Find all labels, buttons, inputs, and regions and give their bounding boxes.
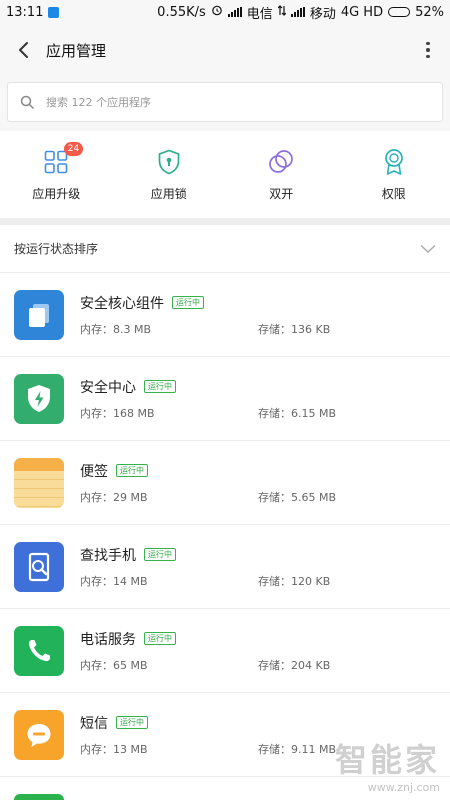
upgrade-count-badge: 24 — [63, 142, 84, 156]
signal-icon-2 — [290, 7, 305, 17]
memory-usage: 内存：8.3 MB — [80, 322, 152, 336]
network-speed: 0.55K/s — [157, 4, 206, 20]
more-dot-icon — [426, 41, 430, 46]
search-input[interactable]: 搜索 122 个应用程序 — [7, 82, 443, 122]
shield-lock-icon — [158, 149, 180, 175]
storage-usage: 存储：6.15 MB — [258, 406, 337, 420]
quick-action-label: 应用升级 — [32, 187, 81, 201]
running-badge: 运行中 — [172, 296, 204, 309]
status-bar: 13:11 0.55K/s 电信 移动 4G HD 52% — [0, 0, 450, 24]
next-app-icon-partial — [14, 794, 64, 800]
back-button[interactable] — [12, 39, 34, 61]
page-title: 应用管理 — [46, 41, 107, 60]
alarm-icon — [211, 4, 223, 20]
app-name: 安全核心组件 — [80, 295, 164, 312]
back-arrow-icon — [19, 42, 28, 58]
quick-action-label: 应用锁 — [150, 187, 187, 201]
sort-label: 按运行状态排序 — [14, 242, 99, 256]
memory-usage: 内存：168 MB — [80, 406, 155, 420]
storage-usage: 存储：120 KB — [258, 574, 331, 588]
notes-icon — [14, 457, 64, 508]
sort-dropdown[interactable]: 按运行状态排序 — [0, 225, 450, 273]
quick-action-label: 权限 — [381, 187, 406, 201]
chevron-down-icon — [420, 244, 436, 253]
upgrade-grid-icon — [44, 150, 68, 174]
list-item[interactable]: 便签 运行中 内存：29 MB 存储：5.65 MB — [0, 441, 450, 525]
notification-app-icon — [48, 6, 60, 18]
phone-icon — [14, 625, 64, 676]
more-dot-icon — [426, 54, 430, 59]
quick-action-label: 双开 — [269, 187, 294, 201]
battery-percent: 52% — [415, 4, 444, 20]
quick-action-app-lock[interactable]: 应用锁 — [113, 147, 226, 202]
storage-usage: 存储：9.11 MB — [258, 742, 337, 756]
memory-usage: 内存：29 MB — [80, 490, 148, 504]
quick-action-app-upgrade[interactable]: 24 应用升级 — [0, 142, 113, 202]
storage-usage: 存储：5.65 MB — [258, 490, 337, 504]
quick-action-dual-apps[interactable]: 双开 — [225, 147, 338, 202]
quick-action-permissions[interactable]: 权限 — [338, 147, 450, 202]
more-menu-button[interactable] — [418, 38, 438, 62]
network-type: 4G HD — [340, 4, 384, 20]
find-phone-icon — [14, 541, 64, 592]
running-badge: 运行中 — [116, 464, 148, 477]
app-name: 便签 — [80, 463, 108, 480]
security-center-icon — [14, 373, 64, 424]
status-time: 13:11 — [6, 4, 44, 20]
running-badge: 运行中 — [144, 548, 176, 561]
security-core-icon — [14, 289, 64, 340]
running-badge: 运行中 — [144, 632, 176, 645]
app-name: 电话服务 — [80, 631, 136, 648]
dual-circle-icon — [269, 150, 294, 173]
watermark-url: www.znj.com — [367, 781, 440, 794]
list-item[interactable]: 安全中心 运行中 内存：168 MB 存储：6.15 MB — [0, 357, 450, 441]
list-item[interactable]: 安全核心组件 运行中 内存：8.3 MB 存储：136 KB — [0, 273, 450, 357]
storage-usage: 存储：136 KB — [258, 322, 331, 336]
data-transfer-icon — [277, 4, 287, 20]
memory-usage: 内存：65 MB — [80, 658, 148, 672]
carrier-1: 电信 — [246, 6, 273, 22]
app-list: 安全核心组件 运行中 内存：8.3 MB 存储：136 KB 安全中心 运行中 … — [0, 273, 450, 777]
storage-usage: 存储：204 KB — [258, 658, 331, 672]
list-item[interactable]: 查找手机 运行中 内存：14 MB 存储：120 KB — [0, 525, 450, 609]
app-name: 查找手机 — [80, 547, 136, 564]
search-section: 搜索 122 个应用程序 — [0, 76, 450, 131]
memory-usage: 内存：14 MB — [80, 574, 148, 588]
app-name: 安全中心 — [80, 379, 136, 396]
running-badge: 运行中 — [144, 380, 176, 393]
memory-usage: 内存：13 MB — [80, 742, 148, 756]
running-badge: 运行中 — [116, 716, 148, 729]
app-name: 短信 — [80, 715, 108, 732]
list-item[interactable]: 短信 运行中 内存：13 MB 存储：9.11 MB — [0, 693, 450, 777]
quick-actions: 24 应用升级 应用锁 双开 权限 — [0, 131, 450, 219]
battery-icon — [388, 7, 411, 17]
ribbon-icon — [384, 149, 403, 175]
messaging-icon — [14, 709, 64, 760]
search-icon — [20, 95, 34, 109]
carrier-2: 移动 — [309, 6, 336, 22]
app-header: 应用管理 — [0, 24, 450, 76]
search-placeholder: 搜索 122 个应用程序 — [46, 96, 151, 109]
more-dot-icon — [426, 48, 430, 52]
signal-icon — [227, 7, 242, 17]
list-item[interactable]: 电话服务 运行中 内存：65 MB 存储：204 KB — [0, 609, 450, 693]
